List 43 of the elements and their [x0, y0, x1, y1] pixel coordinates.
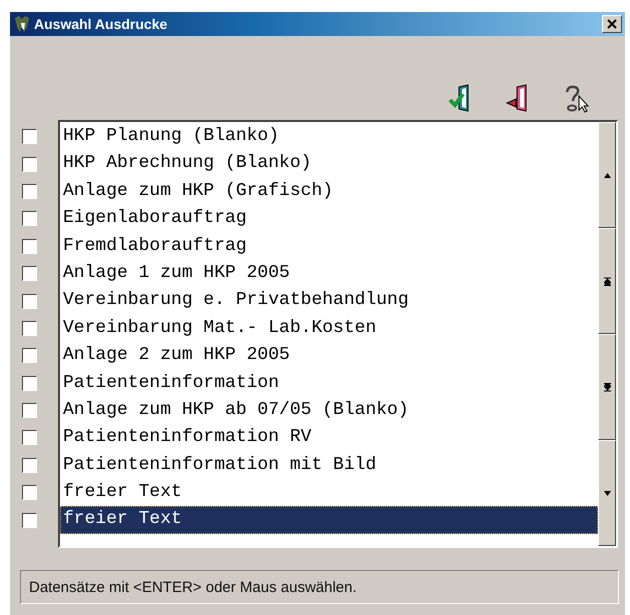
- checkbox[interactable]: [22, 184, 37, 199]
- status-text: Datensätze mit <ENTER> oder Maus auswählen.: [29, 578, 357, 596]
- down-arrow-icon: [604, 490, 610, 496]
- list-item[interactable]: HKP Planung (Blanko): [60, 123, 598, 150]
- close-icon: [607, 19, 617, 29]
- scroll-bottom-button[interactable]: [598, 334, 616, 440]
- checkbox[interactable]: [22, 238, 37, 254]
- top-arrow-icon: [604, 276, 610, 286]
- list-item[interactable]: Patienteninformation RV: [60, 424, 598, 452]
- checkbox[interactable]: [22, 512, 37, 528]
- checkbox[interactable]: [22, 320, 37, 336]
- checkbox[interactable]: [22, 348, 37, 364]
- checkbox[interactable]: [22, 129, 37, 144]
- list-item[interactable]: Fremdlaborauftrag: [60, 232, 598, 260]
- list-item[interactable]: Patienteninformation mit Bild: [60, 452, 598, 480]
- bottom-arrow-icon: [604, 382, 610, 392]
- list-item[interactable]: HKP Abrechnung (Blanko): [60, 150, 598, 178]
- checkbox[interactable]: [22, 266, 37, 282]
- checkbox[interactable]: [22, 403, 37, 418]
- list-item[interactable]: Vereinbarung Mat.- Lab.Kosten: [60, 314, 598, 342]
- scroll-down-button[interactable]: [598, 440, 616, 546]
- list-item[interactable]: Anlage 2 zum HKP 2005: [60, 342, 598, 370]
- list-item[interactable]: freier Text: [60, 506, 598, 534]
- tooth-icon: [13, 15, 31, 33]
- checkbox[interactable]: [22, 294, 37, 309]
- close-button[interactable]: [602, 15, 622, 33]
- list-item[interactable]: Vereinbarung e. Privatbehandlung: [60, 287, 598, 315]
- list-item[interactable]: Anlage 1 zum HKP 2005: [60, 260, 598, 288]
- scroll-up-button[interactable]: [598, 122, 616, 228]
- window-title: Auswahl Ausdrucke: [34, 16, 168, 32]
- list-item[interactable]: Patienteninformation: [60, 370, 598, 397]
- checkbox[interactable]: [22, 211, 37, 226]
- list-item[interactable]: Eigenlaborauftrag: [60, 205, 598, 233]
- list-item[interactable]: Anlage zum HKP (Grafisch): [60, 178, 598, 206]
- checkbox[interactable]: [22, 485, 37, 500]
- checkbox[interactable]: [22, 430, 37, 446]
- checkbox[interactable]: [22, 458, 37, 473]
- list-item[interactable]: Anlage zum HKP ab 07/05 (Blanko): [60, 396, 598, 424]
- checkbox[interactable]: [22, 376, 37, 391]
- up-arrow-icon: [604, 172, 610, 178]
- scroll-top-button[interactable]: [598, 228, 616, 334]
- list-item[interactable]: freier Text: [60, 479, 598, 506]
- checkbox[interactable]: [22, 156, 37, 172]
